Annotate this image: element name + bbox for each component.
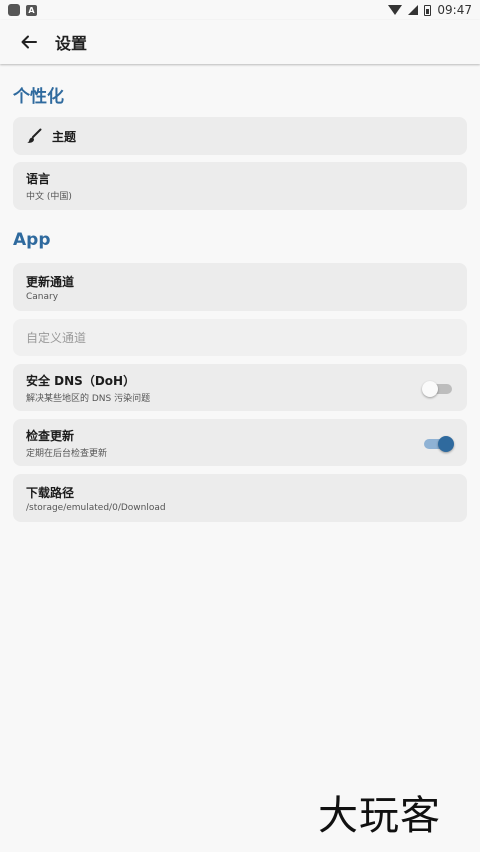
back-button[interactable]	[17, 30, 41, 54]
wifi-icon	[388, 5, 403, 15]
theme-label: 主题	[52, 129, 77, 144]
check-updates-toggle[interactable]	[424, 435, 454, 452]
update-channel-label: 更新通道	[26, 274, 75, 289]
download-path-value: /storage/emulated/0/Download	[26, 502, 166, 513]
secure-dns-toggle[interactable]	[422, 380, 452, 397]
check-updates-item[interactable]: 检查更新 定期在后台检查更新	[13, 419, 467, 466]
brush-icon	[27, 128, 42, 143]
notification-a-icon: A	[26, 4, 37, 16]
download-path-item[interactable]: 下载路径 /storage/emulated/0/Download	[13, 474, 467, 522]
secure-dns-item[interactable]: 安全 DNS（DoH） 解决某些地区的 DNS 污染问题	[13, 364, 467, 411]
watermark-logo: 大玩客	[318, 793, 441, 839]
language-label: 语言	[26, 172, 51, 186]
custom-channel-field[interactable]: 自定义通道	[13, 319, 467, 356]
toggle-thumb	[438, 435, 454, 452]
secure-dns-label: 安全 DNS（DoH）	[26, 373, 136, 388]
page-title: 设置	[55, 34, 88, 53]
update-channel-item[interactable]: 更新通道 Canary	[13, 263, 467, 311]
toggle-thumb	[422, 380, 438, 397]
section-title-app: App	[13, 230, 51, 250]
download-path-label: 下载路径	[26, 485, 75, 500]
arrow-left-icon	[21, 35, 37, 49]
custom-channel-placeholder: 自定义通道	[26, 331, 87, 345]
language-value: 中文 (中国)	[26, 192, 72, 202]
signal-icon	[408, 5, 419, 15]
theme-item[interactable]: 主题	[13, 117, 467, 155]
battery-icon	[424, 4, 432, 16]
language-item[interactable]: 语言 中文 (中国)	[13, 162, 467, 210]
secure-dns-description: 解决某些地区的 DNS 污染问题	[26, 393, 151, 404]
check-updates-description: 定期在后台检查更新	[26, 448, 108, 459]
update-channel-value: Canary	[26, 291, 59, 302]
status-bar: A 09:47	[0, 0, 480, 20]
section-title-personalization: 个性化	[13, 87, 64, 107]
app-bar: 设置	[0, 20, 480, 64]
notification-app-icon	[8, 4, 20, 16]
check-updates-label: 检查更新	[26, 428, 75, 443]
status-time: 09:47	[437, 3, 472, 17]
